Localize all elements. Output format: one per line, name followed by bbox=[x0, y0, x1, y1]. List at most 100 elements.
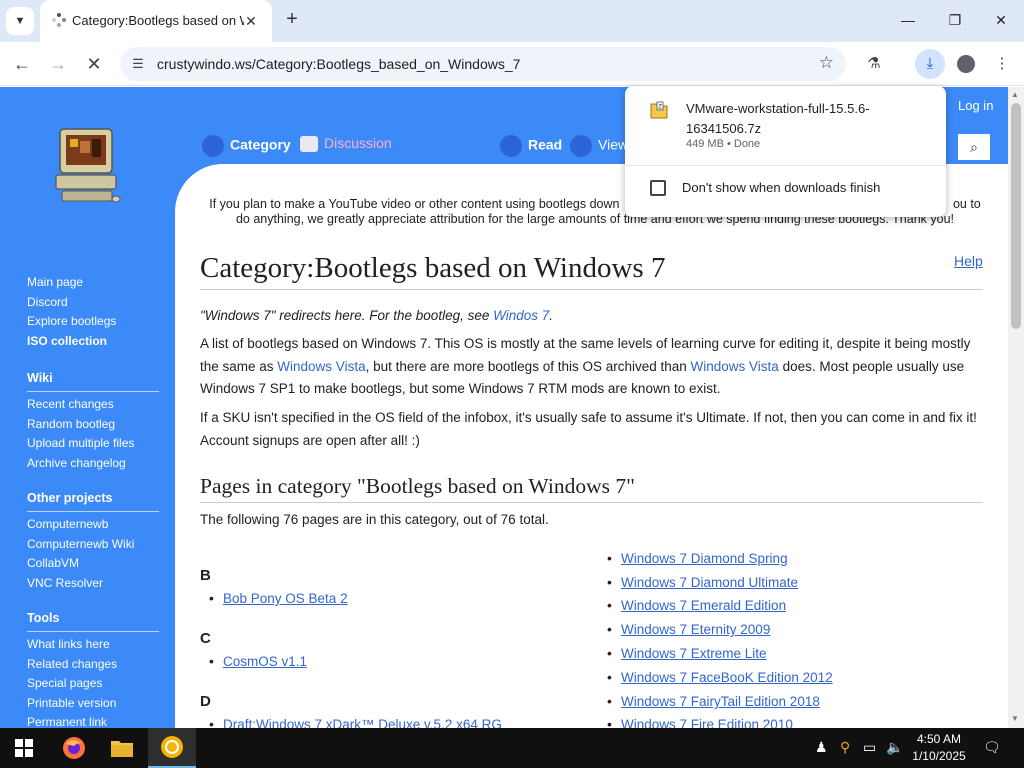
notifications-icon[interactable]: 🗨 bbox=[983, 739, 1001, 756]
category-page-link[interactable]: Windows 7 Emerald Edition bbox=[607, 597, 786, 613]
sidebar-link-computernewb-wiki[interactable]: Computernewb Wiki bbox=[27, 535, 159, 555]
sidebar-link-permanent-link[interactable]: Permanent link bbox=[27, 713, 159, 728]
category-page-link[interactable]: Draft:Windows 7 xDark™ Deluxe v.5.2 x64 … bbox=[209, 716, 502, 728]
taskbar-firefox[interactable] bbox=[50, 728, 98, 768]
tab-category[interactable]: Category bbox=[202, 135, 291, 157]
sidebar-link-main-page[interactable]: Main page bbox=[27, 273, 159, 293]
category-page-link[interactable]: CosmOS v1.1 bbox=[209, 653, 307, 669]
taskbar-chrome[interactable] bbox=[148, 728, 196, 768]
svg-text:Z: Z bbox=[658, 105, 662, 111]
sidebar-link-printable-version[interactable]: Printable version bbox=[27, 694, 159, 714]
login-link[interactable]: Log in bbox=[958, 98, 993, 113]
archive-file-icon: Z bbox=[650, 101, 668, 119]
page-scrollbar[interactable]: ▲ ▼ bbox=[1008, 87, 1024, 728]
redirect-suffix: . bbox=[549, 308, 554, 323]
profile-avatar[interactable] bbox=[952, 50, 980, 78]
scrollbar-thumb[interactable] bbox=[1011, 103, 1021, 329]
windows-vista-link-2[interactable]: Windows Vista bbox=[691, 359, 779, 374]
download-bubble: Z VMware-workstation-full-15.5.6-1634150… bbox=[625, 86, 946, 217]
minimize-button[interactable]: — bbox=[885, 0, 931, 40]
category-page-link[interactable]: Windows 7 FairyTail Edition 2018 bbox=[607, 693, 820, 709]
tab-discussion[interactable]: Discussion bbox=[300, 135, 392, 153]
sidebar-link-special-pages[interactable]: Special pages bbox=[27, 674, 159, 694]
network-people-icon[interactable]: ♟ bbox=[815, 739, 828, 756]
category-page-link[interactable]: Windows 7 Diamond Spring bbox=[607, 550, 788, 566]
url-text[interactable]: crustywindo.ws/Category:Bootlegs_based_o… bbox=[157, 56, 520, 72]
volume-icon[interactable]: 🔈 bbox=[886, 739, 903, 756]
tab-search-button[interactable]: ▼ bbox=[6, 7, 34, 35]
tab-view[interactable]: View bbox=[570, 135, 628, 157]
start-button[interactable] bbox=[0, 728, 48, 768]
windows-vista-link[interactable]: Windows Vista bbox=[277, 359, 365, 374]
scroll-down-arrow-icon[interactable]: ▼ bbox=[1011, 714, 1019, 723]
close-window-button[interactable]: ✕ bbox=[978, 0, 1024, 40]
category-page-link[interactable]: Windows 7 Fire Edition 2010 bbox=[607, 716, 793, 728]
sidebar-link-computernewb[interactable]: Computernewb bbox=[27, 515, 159, 535]
wiki-search-button[interactable]: ⌕ bbox=[958, 134, 990, 160]
sidebar-link-iso-collection[interactable]: ISO collection bbox=[27, 332, 159, 352]
group-letter-b: B bbox=[200, 567, 211, 584]
view-icon bbox=[570, 135, 592, 157]
address-bar[interactable]: ☰ crustywindo.ws/Category:Bootlegs_based… bbox=[120, 47, 846, 81]
download-item[interactable]: Z VMware-workstation-full-15.5.6-1634150… bbox=[625, 86, 946, 166]
notice-line1: If you plan to make a YouTube video or o… bbox=[209, 197, 620, 211]
sidebar-link-vnc-resolver[interactable]: VNC Resolver bbox=[27, 574, 159, 594]
taskbar-file-explorer[interactable] bbox=[98, 728, 146, 768]
sidebar-link-recent-changes[interactable]: Recent changes bbox=[27, 395, 159, 415]
redirect-text: "Windows 7" redirects here. For the boot… bbox=[200, 308, 494, 323]
maximize-button[interactable]: ❐ bbox=[932, 0, 978, 40]
site-logo[interactable] bbox=[52, 125, 124, 209]
tab-read-label: Read bbox=[528, 136, 563, 153]
stop-loading-button[interactable]: ✕ bbox=[80, 50, 108, 78]
firefox-icon bbox=[63, 737, 85, 759]
sidebar-link-explore-bootlegs[interactable]: Explore bootlegs bbox=[27, 312, 159, 332]
dont-show-checkbox[interactable] bbox=[650, 180, 666, 196]
windos-7-link[interactable]: Windos 7 bbox=[493, 308, 549, 323]
tab-category-label: Category bbox=[230, 136, 291, 153]
scroll-up-arrow-icon[interactable]: ▲ bbox=[1011, 90, 1019, 99]
category-page-link[interactable]: Bob Pony OS Beta 2 bbox=[209, 590, 348, 606]
tab-close-icon[interactable]: ✕ bbox=[240, 10, 262, 32]
network-icon[interactable]: ▭ bbox=[863, 739, 876, 756]
downloads-button[interactable]: ⤓ bbox=[915, 49, 945, 79]
forward-button[interactable]: → bbox=[44, 50, 72, 78]
chevron-down-icon: ▼ bbox=[14, 15, 26, 27]
site-settings-icon[interactable]: ☰ bbox=[128, 54, 148, 74]
bookmark-star-icon[interactable]: ☆ bbox=[819, 53, 834, 73]
download-status: 449 MB • Done bbox=[686, 138, 761, 150]
menu-kebab-icon[interactable]: ⋮ bbox=[988, 50, 1016, 78]
taskbar: ♟ ⚲ ▭ 🔈 4:50 AM 1/10/2025 🗨 bbox=[0, 728, 1024, 768]
pages-heading: Pages in category "Bootlegs based on Win… bbox=[200, 474, 983, 503]
folder-icon bbox=[111, 741, 133, 757]
taskbar-clock[interactable]: 4:50 AM 1/10/2025 bbox=[906, 731, 972, 765]
page-title: Category:Bootlegs based on Windows 7 bbox=[200, 252, 983, 290]
sidebar-heading-tools: Tools bbox=[27, 609, 159, 632]
sidebar-link-collabvm[interactable]: CollabVM bbox=[27, 554, 159, 574]
tab-discussion-label: Discussion bbox=[324, 135, 392, 151]
help-link[interactable]: Help bbox=[954, 253, 983, 269]
new-tab-button[interactable]: + bbox=[280, 8, 304, 32]
sidebar-link-what-links-here[interactable]: What links here bbox=[27, 635, 159, 655]
category-page-link[interactable]: Windows 7 Extreme Lite bbox=[607, 645, 767, 661]
category-page-link[interactable]: Windows 7 Diamond Ultimate bbox=[607, 574, 798, 590]
sidebar-link-random-bootleg[interactable]: Random bootleg bbox=[27, 415, 159, 435]
tab-read[interactable]: Read bbox=[500, 135, 562, 157]
sidebar-link-related-changes[interactable]: Related changes bbox=[27, 655, 159, 675]
discussion-icon bbox=[300, 136, 318, 153]
active-tab[interactable]: Category:Bootlegs based on Windows 7 ✕ bbox=[40, 0, 272, 42]
search-tool-icon[interactable]: ⚲ bbox=[840, 739, 850, 756]
sku-paragraph: If a SKU isn't specified in the OS field… bbox=[200, 410, 977, 448]
sidebar-link-archive-changelog[interactable]: Archive changelog bbox=[27, 454, 159, 474]
sidebar-heading-wiki: Wiki bbox=[27, 369, 159, 392]
sidebar-link-upload-multiple[interactable]: Upload multiple files bbox=[27, 434, 159, 454]
back-button[interactable]: ← bbox=[8, 50, 36, 78]
category-page-link[interactable]: Windows 7 FaceBooK Edition 2012 bbox=[607, 669, 833, 685]
sidebar-link-discord[interactable]: Discord bbox=[27, 293, 159, 313]
tab-strip: ▼ Category:Bootlegs based on Windows 7 ✕… bbox=[0, 0, 1024, 42]
content-area: If you plan to make a YouTube video or o… bbox=[175, 164, 1008, 728]
dont-show-label[interactable]: Don't show when downloads finish bbox=[682, 180, 880, 195]
pages-count: The following 76 pages are in this categ… bbox=[200, 512, 549, 527]
labs-flask-icon[interactable]: ⚗ bbox=[860, 50, 888, 78]
category-page-link[interactable]: Windows 7 Eternity 2009 bbox=[607, 621, 770, 637]
notice-line1-tail: ou to bbox=[952, 197, 981, 211]
